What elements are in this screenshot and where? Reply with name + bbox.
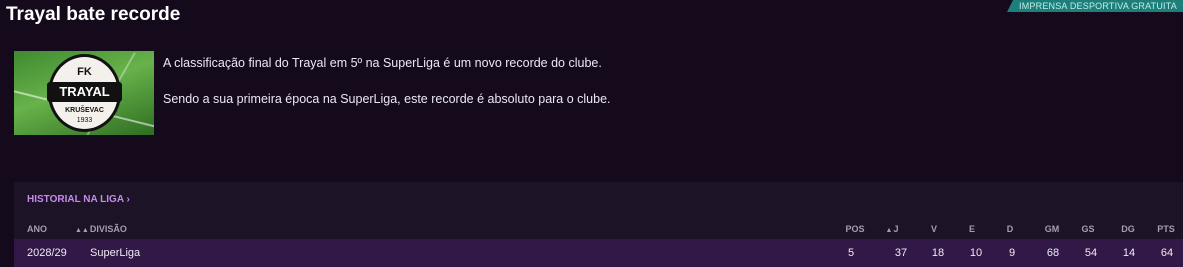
col-gd[interactable]: DG: [1114, 222, 1142, 236]
chevron-right-icon: ›: [126, 194, 130, 205]
cell-division[interactable]: SuperLiga: [90, 239, 140, 267]
table-header: ANO ▲▲DIVISÃO POS ▲J V E D GM GS DG PTS: [14, 222, 1183, 236]
article-body: A classificação final do Trayal em 5º na…: [163, 56, 611, 128]
source-badge: IMPRENSA DESPORTIVA GRATUITA: [1007, 0, 1183, 12]
col-division[interactable]: ▲▲DIVISÃO: [75, 222, 127, 238]
cell-won: 18: [931, 247, 945, 259]
col-pos[interactable]: POS: [841, 222, 869, 236]
cell-ga: 54: [1084, 247, 1098, 259]
col-year[interactable]: ANO: [27, 222, 47, 236]
col-ga[interactable]: GS: [1074, 222, 1102, 236]
cell-pos: 5: [847, 247, 855, 259]
sort-icon: ▲▲: [75, 227, 89, 234]
col-won[interactable]: V: [920, 222, 948, 236]
cell-played: 37: [894, 247, 908, 259]
cell-gf: 68: [1046, 247, 1060, 259]
league-history-panel: HISTORIAL NA LIGA › ANO ▲▲DIVISÃO POS ▲J…: [14, 182, 1183, 267]
article-title: Trayal bate recorde: [6, 4, 181, 25]
col-played[interactable]: ▲J: [878, 222, 906, 238]
cell-lost: 9: [1008, 247, 1016, 259]
sort-icon: ▲: [885, 227, 893, 234]
col-drawn[interactable]: E: [958, 222, 986, 236]
cell-drawn: 10: [969, 247, 983, 259]
club-crest: FK TRAYAL KRUŠEVAC 1933: [47, 54, 122, 132]
col-lost[interactable]: D: [996, 222, 1024, 236]
club-crest-image: FK TRAYAL KRUŠEVAC 1933: [14, 51, 154, 135]
cell-gd: 14: [1122, 247, 1136, 259]
cell-year: 2028/29: [27, 247, 67, 259]
article-paragraph: A classificação final do Trayal em 5º na…: [163, 56, 602, 70]
col-pts[interactable]: PTS: [1152, 222, 1180, 236]
article-paragraph: Sendo a sua primeira época na SuperLiga,…: [163, 92, 611, 106]
col-gf[interactable]: GM: [1038, 222, 1066, 236]
league-history-link[interactable]: HISTORIAL NA LIGA ›: [27, 194, 130, 205]
table-row[interactable]: 2028/29 SuperLiga 5 37 18 10 9 68 54 14 …: [14, 239, 1183, 267]
cell-pts: 64: [1160, 247, 1174, 259]
